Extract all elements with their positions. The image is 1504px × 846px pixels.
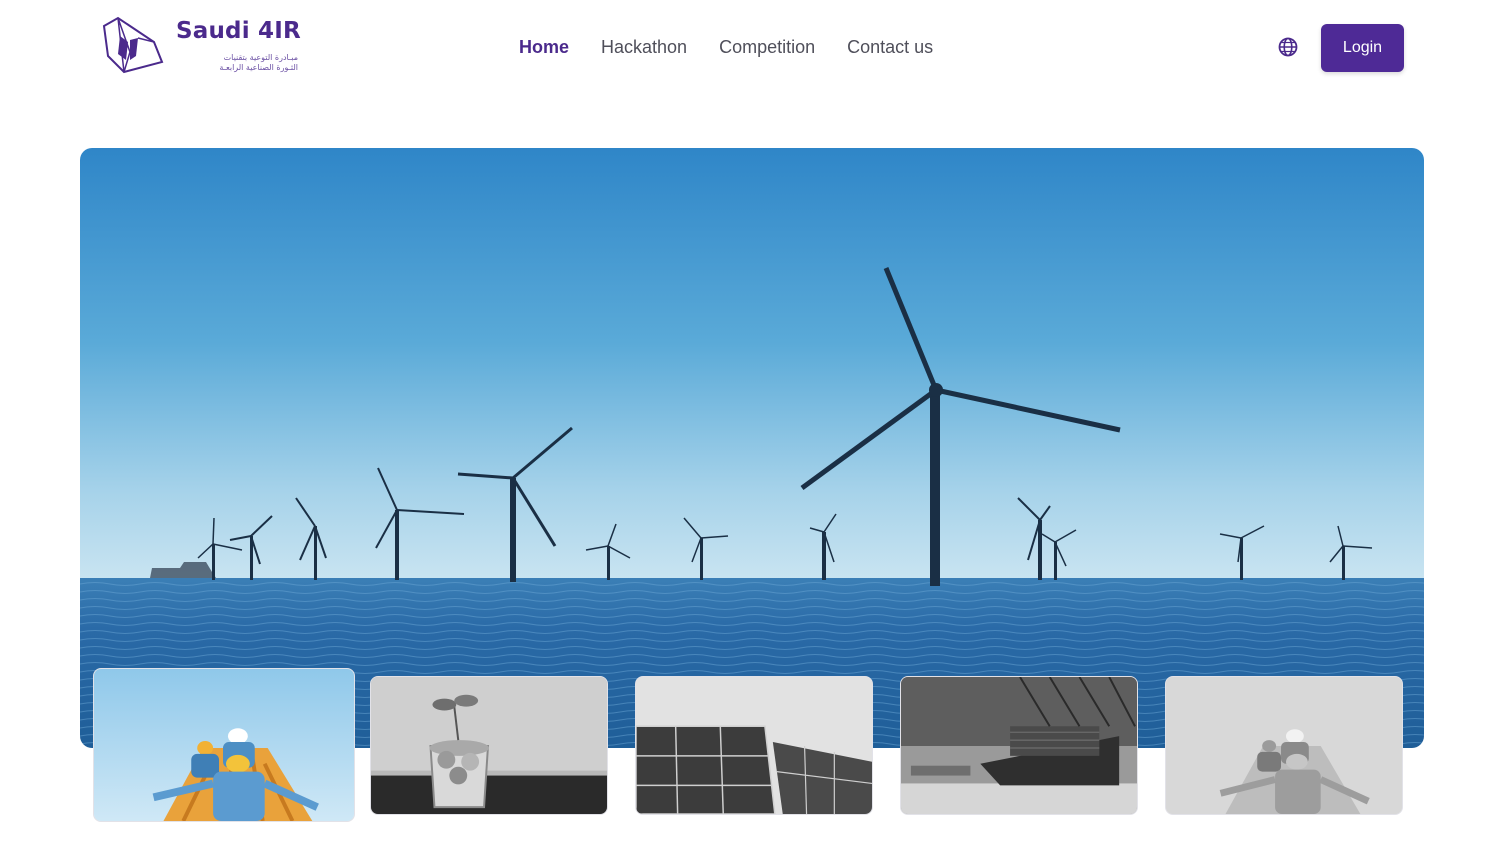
solar-panels-image (636, 677, 872, 814)
login-button[interactable]: Login (1321, 24, 1404, 72)
hero-banner (80, 148, 1424, 748)
brand-name: Saudi 4IR (176, 18, 301, 44)
hero-wind-turbines-image (80, 148, 1424, 748)
thumbnail-workers-color[interactable] (93, 668, 355, 822)
brand-tagline: مبـادرة التوعية بتقنيات الثـورة الصناعية… (178, 53, 298, 73)
main-nav: Home Hackathon Competition Contact us (519, 36, 933, 60)
nav-contact-us[interactable]: Contact us (847, 36, 933, 60)
logo-mark-icon (102, 16, 164, 74)
coins-jar-image (371, 677, 607, 814)
nav-competition[interactable]: Competition (719, 36, 815, 60)
workers-image (94, 669, 354, 821)
brand-tagline-line1: مبـادرة التوعية بتقنيات (223, 53, 298, 62)
brand-logo[interactable]: Saudi 4IR مبـادرة التوعية بتقنيات الثـور… (100, 16, 301, 76)
nav-home[interactable]: Home (519, 36, 569, 60)
brand-tagline-line2: الثـورة الصناعية الرابعـة (219, 63, 298, 72)
thumbnail-coins-sprout[interactable] (370, 676, 608, 815)
thumbnail-workers-grayscale[interactable] (1165, 676, 1403, 815)
workers-gray-image (1166, 677, 1402, 814)
thumbnail-cargo-port[interactable] (900, 676, 1138, 815)
cargo-ship-image (901, 677, 1137, 814)
globe-icon[interactable] (1277, 36, 1299, 58)
thumbnail-solar-panels[interactable] (635, 676, 873, 815)
nav-hackathon[interactable]: Hackathon (601, 36, 687, 60)
site-header: Saudi 4IR مبـادرة التوعية بتقنيات الثـور… (0, 0, 1504, 96)
